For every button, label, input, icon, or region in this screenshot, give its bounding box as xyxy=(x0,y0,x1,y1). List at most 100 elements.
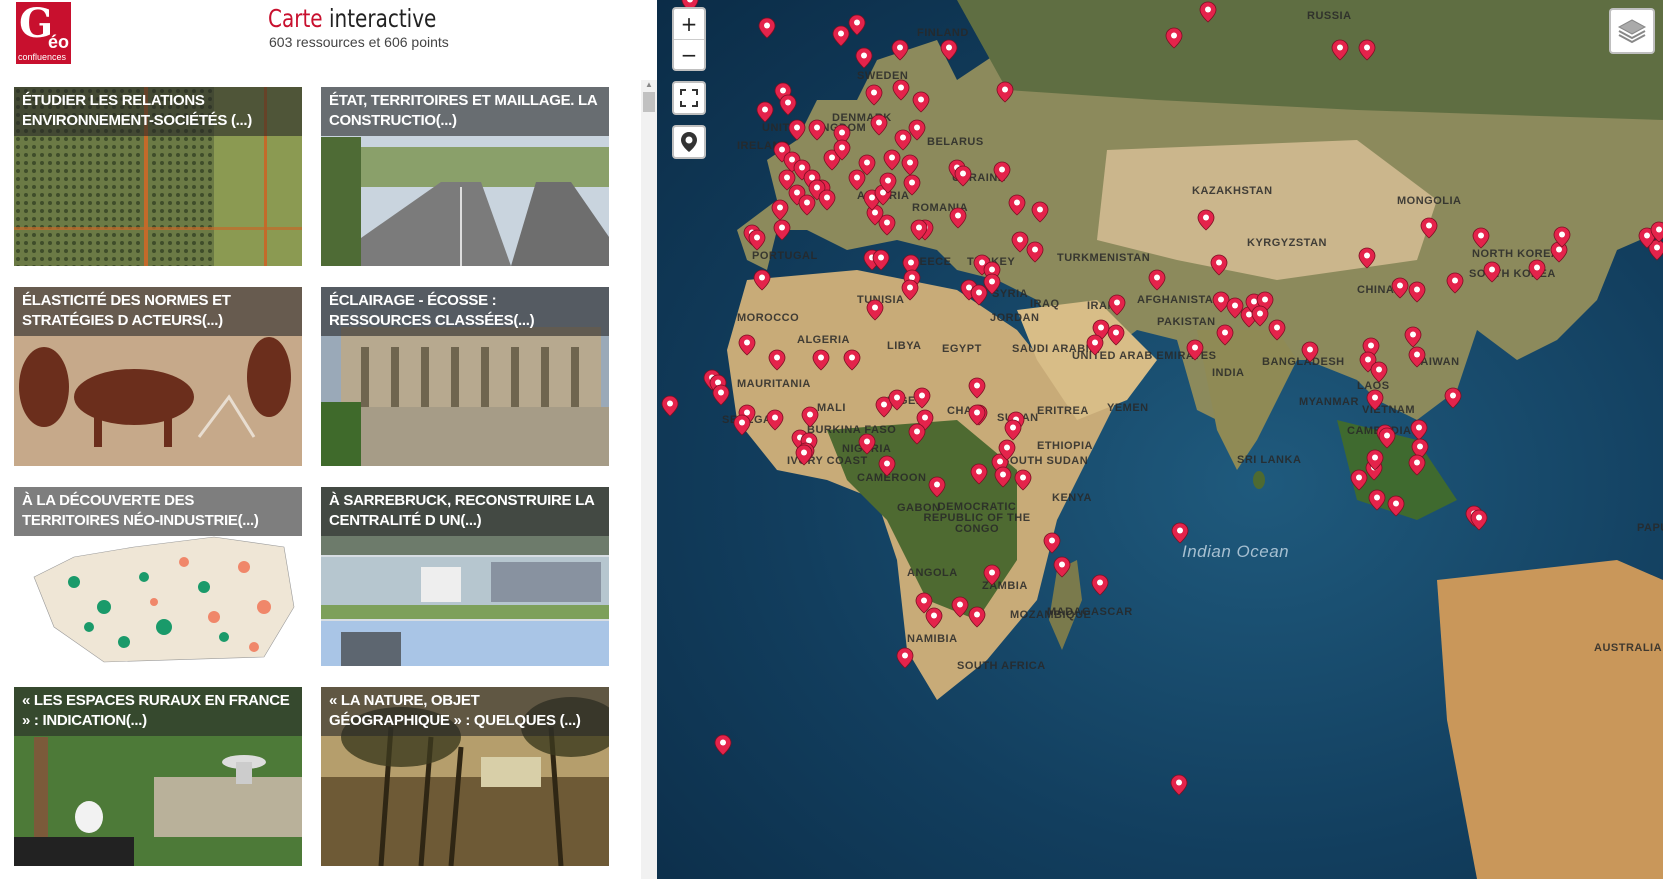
map-marker[interactable] xyxy=(970,284,988,306)
map-marker[interactable] xyxy=(1366,389,1384,411)
map-marker[interactable] xyxy=(855,47,873,69)
map-marker[interactable] xyxy=(951,596,969,618)
map-marker[interactable] xyxy=(901,279,919,301)
map-marker[interactable] xyxy=(996,81,1014,103)
map-marker[interactable] xyxy=(1370,361,1388,383)
map-marker[interactable] xyxy=(1086,334,1104,356)
map-marker[interactable] xyxy=(1483,261,1501,283)
map-marker[interactable] xyxy=(1014,469,1032,491)
map-marker[interactable] xyxy=(1186,339,1204,361)
map-marker[interactable] xyxy=(1472,227,1490,249)
map-marker[interactable] xyxy=(1410,419,1428,441)
map-marker[interactable] xyxy=(758,17,776,39)
map-marker[interactable] xyxy=(968,377,986,399)
resource-card[interactable]: ÉLASTICITÉ DES NORMES ET STRATÉGIES D AC… xyxy=(14,287,302,466)
map-marker[interactable] xyxy=(901,154,919,176)
layers-button[interactable] xyxy=(1609,8,1655,54)
map-marker[interactable] xyxy=(1011,231,1029,253)
map-marker[interactable] xyxy=(1107,324,1125,346)
map-marker[interactable] xyxy=(993,161,1011,183)
map-marker[interactable] xyxy=(870,114,888,136)
map-marker[interactable] xyxy=(748,229,766,251)
map-marker[interactable] xyxy=(892,79,910,101)
map-marker[interactable] xyxy=(712,384,730,406)
map-marker[interactable] xyxy=(983,564,1001,586)
map-marker[interactable] xyxy=(1091,574,1109,596)
map-marker[interactable] xyxy=(848,169,866,191)
map-marker[interactable] xyxy=(1444,387,1462,409)
map-marker[interactable] xyxy=(1408,454,1426,476)
geoconfluences-logo[interactable]: G éo confluences xyxy=(16,2,71,64)
map-marker[interactable] xyxy=(1212,291,1230,313)
map-marker[interactable] xyxy=(818,189,836,211)
map-marker[interactable] xyxy=(1368,489,1386,511)
map-marker[interactable] xyxy=(903,174,921,196)
map-marker[interactable] xyxy=(1408,346,1426,368)
map-marker[interactable] xyxy=(714,734,732,756)
map-marker[interactable] xyxy=(994,466,1012,488)
map-marker[interactable] xyxy=(912,91,930,113)
map-marker[interactable] xyxy=(843,349,861,371)
map-marker[interactable] xyxy=(795,444,813,466)
map-marker[interactable] xyxy=(1165,27,1183,49)
map-marker[interactable] xyxy=(968,606,986,628)
map-marker[interactable] xyxy=(1043,532,1061,554)
scroll-up-arrow-icon[interactable]: ▲ xyxy=(641,80,657,90)
zoom-out-button[interactable]: − xyxy=(674,39,704,70)
map-marker[interactable] xyxy=(1216,324,1234,346)
map-marker[interactable] xyxy=(788,119,806,141)
resource-card[interactable]: ÉTAT, TERRITOIRES ET MAILLAGE. LA CONSTR… xyxy=(321,87,609,266)
map-marker[interactable] xyxy=(1197,209,1215,231)
resource-card[interactable]: « LA NATURE, OBJET GÉOGRAPHIQUE » : QUEL… xyxy=(321,687,609,866)
map-marker[interactable] xyxy=(908,119,926,141)
map-marker[interactable] xyxy=(771,199,789,221)
map-marker[interactable] xyxy=(1026,241,1044,263)
map-marker[interactable] xyxy=(1226,297,1244,319)
map-marker[interactable] xyxy=(866,299,884,321)
map-marker[interactable] xyxy=(1171,522,1189,544)
map-marker[interactable] xyxy=(940,39,958,61)
map-marker[interactable] xyxy=(812,349,830,371)
map-marker[interactable] xyxy=(1446,272,1464,294)
map-marker[interactable] xyxy=(1210,254,1228,276)
fullscreen-button[interactable] xyxy=(672,81,706,115)
map-marker[interactable] xyxy=(773,219,791,241)
map-marker[interactable] xyxy=(954,165,972,187)
map-marker[interactable] xyxy=(808,119,826,141)
world-map[interactable]: RUSSIA FINLAND SWEDEN DENMARK UNITED KIN… xyxy=(657,0,1663,879)
map-marker[interactable] xyxy=(779,94,797,116)
map-marker[interactable] xyxy=(832,25,850,47)
map-marker[interactable] xyxy=(1408,281,1426,303)
map-marker[interactable] xyxy=(1358,39,1376,61)
locate-button[interactable] xyxy=(672,125,706,159)
map-marker[interactable] xyxy=(1391,277,1409,299)
map-marker[interactable] xyxy=(925,607,943,629)
zoom-in-button[interactable]: + xyxy=(674,9,704,39)
map-marker[interactable] xyxy=(1387,495,1405,517)
map-marker[interactable] xyxy=(766,409,784,431)
map-marker[interactable] xyxy=(1031,201,1049,223)
map-marker[interactable] xyxy=(970,463,988,485)
map-marker[interactable] xyxy=(896,647,914,669)
map-marker[interactable] xyxy=(756,101,774,123)
map-marker[interactable] xyxy=(894,129,912,151)
map-marker[interactable] xyxy=(1350,469,1368,491)
resource-card[interactable]: « LES ESPACES RURAUX EN FRANCE » : INDIC… xyxy=(14,687,302,866)
map-marker[interactable] xyxy=(891,39,909,61)
scrollbar[interactable]: ▲ xyxy=(641,80,657,879)
map-marker[interactable] xyxy=(1251,305,1269,327)
map-marker[interactable] xyxy=(1378,427,1396,449)
map-marker[interactable] xyxy=(738,334,756,356)
resource-card[interactable]: ÉCLAIRAGE - ÉCOSSE : RESSOURCES CLASSÉES… xyxy=(321,287,609,466)
map-marker[interactable] xyxy=(1420,217,1438,239)
scroll-thumb[interactable] xyxy=(643,92,655,112)
map-marker[interactable] xyxy=(848,14,866,36)
map-marker[interactable] xyxy=(1301,341,1319,363)
map-marker[interactable] xyxy=(908,423,926,445)
resource-card[interactable]: À SARREBRUCK, RECONSTRUIRE LA CENTRALITÉ… xyxy=(321,487,609,666)
map-marker[interactable] xyxy=(949,207,967,229)
map-marker[interactable] xyxy=(1528,259,1546,281)
map-marker[interactable] xyxy=(878,455,896,477)
map-marker[interactable] xyxy=(883,149,901,171)
map-marker[interactable] xyxy=(1004,419,1022,441)
